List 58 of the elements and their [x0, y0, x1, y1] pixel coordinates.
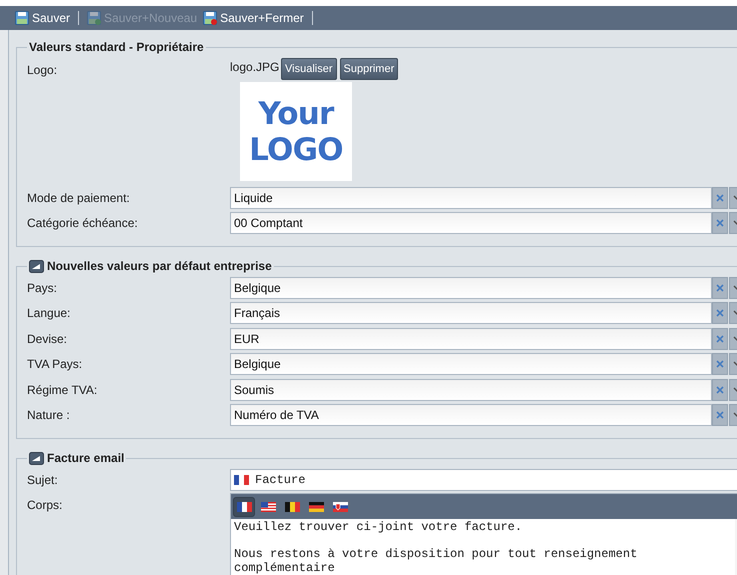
- clear-button[interactable]: [712, 276, 728, 299]
- collapse-icon[interactable]: [29, 260, 44, 272]
- field-label: Mode de paiement:: [26, 190, 131, 207]
- combo-box[interactable]: EUR: [230, 328, 712, 350]
- floppy-disk-close-icon: [203, 11, 218, 25]
- clear-button[interactable]: [712, 404, 728, 426]
- close-icon: [716, 334, 724, 343]
- close-icon: [716, 360, 724, 368]
- field-label: TVA Pays:: [26, 356, 84, 374]
- flag-icon: [236, 502, 252, 512]
- close-icon: [716, 411, 724, 420]
- action-button[interactable]: Visualiser: [281, 58, 336, 80]
- subject-field[interactable]: Facture: [230, 468, 737, 490]
- close-icon: [716, 284, 724, 292]
- field-label: Pays:: [26, 280, 58, 297]
- section-title: Nouvelles valeurs par défaut entreprise: [47, 258, 272, 275]
- combo-box[interactable]: Belgique: [230, 353, 712, 376]
- action-button[interactable]: Supprimer: [340, 58, 398, 80]
- close-icon: [716, 309, 724, 318]
- floppy-disk-plus-icon: [87, 11, 102, 25]
- field-label: Corps:: [26, 497, 64, 514]
- toolbar-button[interactable]: Sauver: [14, 8, 72, 28]
- field-label: Régime TVA:: [26, 382, 98, 399]
- close-icon: [716, 386, 724, 394]
- flag-icon: [284, 502, 300, 512]
- field-label: Nature :: [26, 407, 71, 424]
- collapse-icon[interactable]: [29, 452, 44, 464]
- combo-box[interactable]: Numéro de TVA: [230, 404, 712, 426]
- combo-box[interactable]: 00 Comptant: [230, 212, 712, 234]
- toolbar-button[interactable]: Sauver+Fermer: [202, 8, 305, 28]
- language-tab[interactable]: [233, 496, 255, 516]
- field-label: Catégorie échéance:: [26, 215, 139, 232]
- field-label: Langue:: [26, 305, 72, 322]
- email-body[interactable]: Veuillez trouver ci-joint votre facture. Nous restons à votre disposition pour tout renseignement complémentaire: [231, 519, 735, 575]
- combo-box[interactable]: Français: [230, 302, 712, 324]
- combo-box[interactable]: Belgique: [230, 276, 712, 299]
- field-label: Logo:: [26, 62, 58, 79]
- combo-box[interactable]: Soumis: [230, 378, 712, 401]
- section-title: Facture email: [47, 450, 124, 467]
- clear-button[interactable]: [712, 186, 728, 209]
- logo-text: LOGO: [249, 132, 343, 168]
- clear-button[interactable]: [712, 353, 728, 376]
- clear-button[interactable]: [712, 328, 728, 350]
- logo-text: Your: [258, 96, 334, 132]
- field-label: Devise:: [26, 330, 68, 348]
- section-title: Valeurs standard - Propriétaire: [29, 39, 204, 56]
- field-label: Sujet:: [26, 472, 59, 488]
- close-icon: [716, 194, 724, 202]
- combo-box[interactable]: Liquide: [230, 186, 712, 209]
- flag-icon: [260, 502, 276, 512]
- clear-button[interactable]: [712, 302, 728, 324]
- close-icon: [716, 219, 724, 228]
- flag-icon: [332, 502, 348, 512]
- flag-icon: [308, 502, 324, 512]
- flag-icon: [234, 474, 249, 484]
- file-name: logo.JPG: [230, 59, 277, 76]
- clear-button[interactable]: [712, 212, 728, 234]
- clear-button[interactable]: [712, 378, 728, 401]
